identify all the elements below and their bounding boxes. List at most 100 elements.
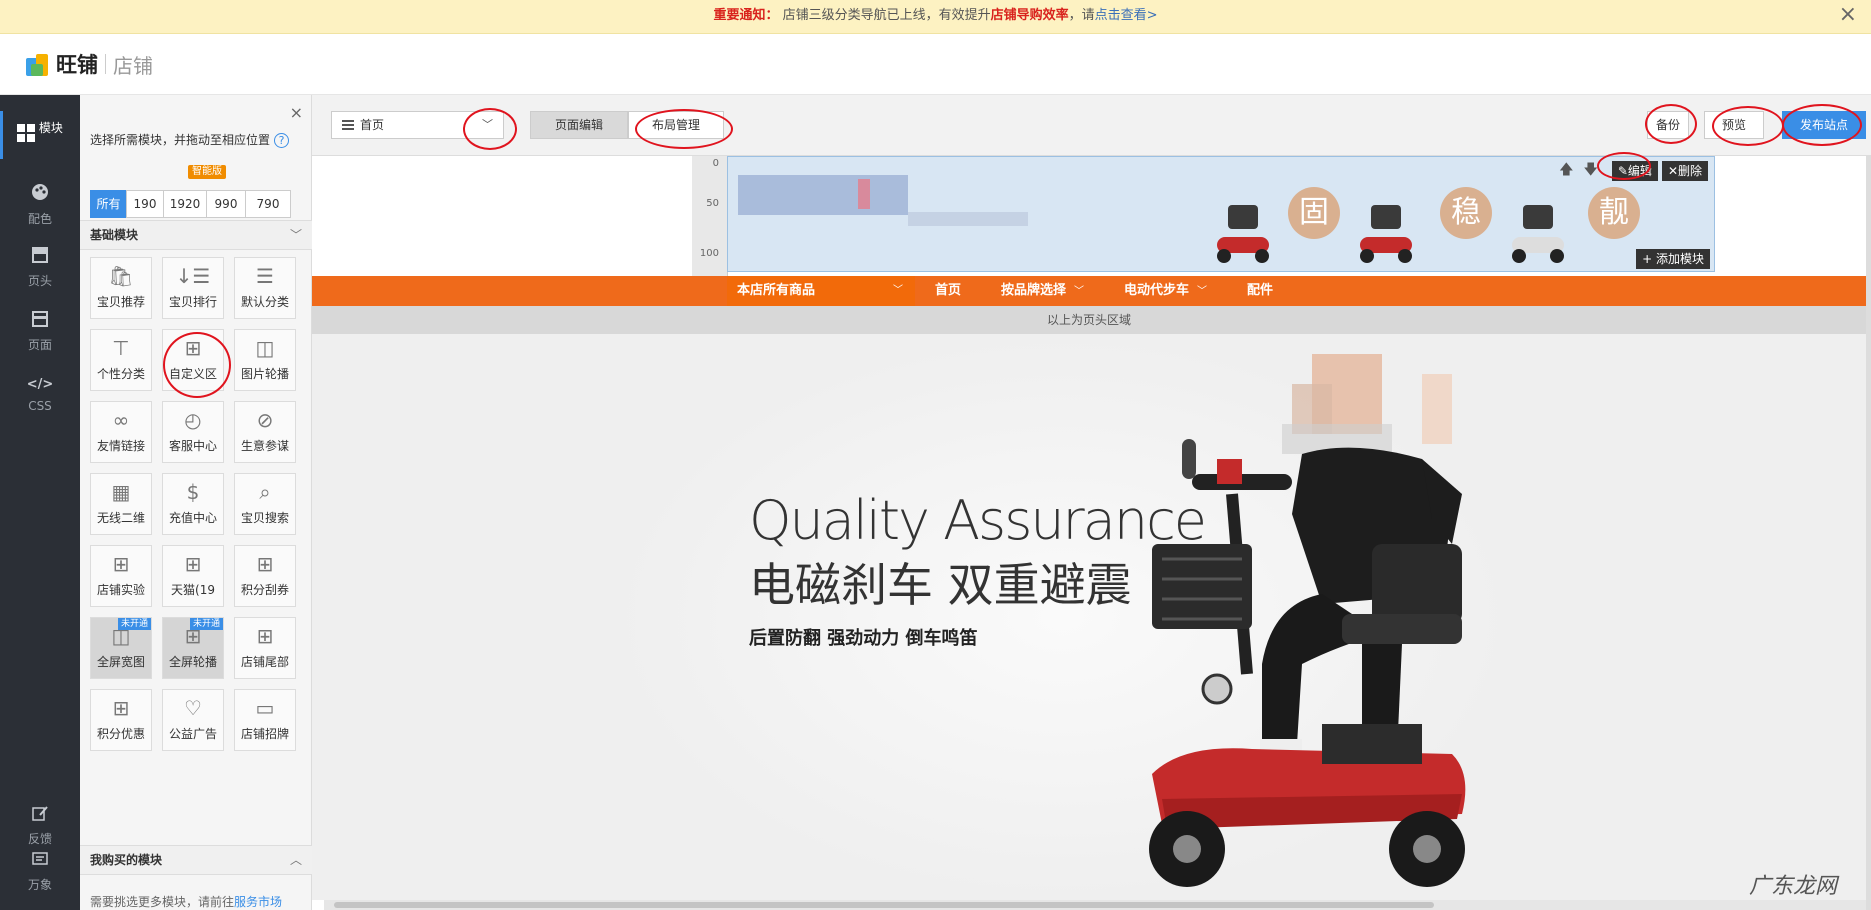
banner-subline: 电磁刹车 双重避震 bbox=[749, 558, 1132, 612]
module-label: 自定义区 bbox=[168, 367, 217, 381]
nav-item-colors[interactable]: 配色 bbox=[0, 183, 80, 227]
notice-text-mid: ，请 bbox=[1068, 8, 1095, 23]
module-label: 全屏宽图 bbox=[96, 655, 145, 669]
module-tile[interactable]: ↓☰ 宝贝排行 bbox=[162, 257, 224, 319]
logo-bar: 旺铺 店铺 bbox=[0, 34, 1871, 95]
scooter-thumbnail bbox=[1508, 187, 1568, 267]
module-icon: ☰ bbox=[256, 264, 274, 288]
section-bought-modules[interactable]: 我购买的模块 ︿ bbox=[80, 845, 312, 875]
feature-badge-3: 靓 bbox=[1588, 187, 1640, 239]
horizontal-scrollbar[interactable] bbox=[324, 900, 1866, 910]
page-edit-tab[interactable]: 页面编辑 bbox=[530, 111, 628, 139]
module-tile[interactable]: ☰ 默认分类 bbox=[234, 257, 296, 319]
module-icon: ⊘ bbox=[256, 408, 274, 432]
watermark: 广东龙网 bbox=[1748, 874, 1837, 899]
scrollbar-thumb[interactable] bbox=[334, 902, 1434, 908]
module-tile[interactable]: ⊘ 生意参谋 bbox=[234, 401, 296, 463]
not-activated-badge: 未开通 bbox=[189, 618, 223, 630]
notice-label: 重要通知： bbox=[713, 8, 779, 23]
delete-module-button[interactable]: ✕删除 bbox=[1661, 161, 1708, 181]
module-tile[interactable]: $ 充值中心 bbox=[162, 473, 224, 535]
nav-label: CSS bbox=[28, 399, 52, 413]
service-market-link[interactable]: 服务市场 bbox=[234, 895, 282, 909]
nav-home[interactable]: 首页 bbox=[915, 276, 981, 306]
module-label: 天猫(19 bbox=[171, 583, 215, 597]
vertical-scrollbar[interactable] bbox=[1866, 156, 1871, 910]
module-tile[interactable]: ◫ 图片轮播 bbox=[234, 329, 296, 391]
filter-790[interactable]: 790 bbox=[245, 190, 291, 218]
page-select[interactable]: 首页 ﹀ bbox=[331, 111, 504, 139]
left-nav: 模块 配色 页头 页面 </> CSS 反馈 万象 bbox=[0, 95, 80, 910]
module-tile[interactable]: ⊞ 天猫(19 bbox=[162, 545, 224, 607]
header-icon bbox=[0, 247, 80, 268]
help-icon[interactable]: ? bbox=[274, 133, 290, 148]
nav-item-modules[interactable]: 模块 bbox=[0, 111, 80, 159]
filter-1920[interactable]: 1920 bbox=[163, 190, 207, 218]
module-tile[interactable]: ⊞ 店铺尾部 bbox=[234, 617, 296, 679]
notice-close-icon[interactable]: × bbox=[1839, 0, 1857, 30]
notice-link[interactable]: 点击查看> bbox=[1095, 8, 1158, 23]
module-tile[interactable]: ◴ 客服中心 bbox=[162, 401, 224, 463]
store-nav-bar: 本店所有商品 ﹀ 首页 按品牌选择 ﹀ 电动代步车 ﹀ 配件 bbox=[312, 276, 1866, 306]
hero-banner[interactable]: Quality Assurance 电磁刹车 双重避震 后置防翻 强劲动力 倒车… bbox=[312, 334, 1866, 900]
module-tile[interactable]: ⊞ 积分优惠 bbox=[90, 689, 152, 751]
module-tile[interactable]: ⊞ 自定义区 bbox=[162, 329, 224, 391]
module-tile[interactable]: ⊤ 个性分类 bbox=[90, 329, 152, 391]
module-label: 宝贝排行 bbox=[168, 295, 217, 309]
vertical-ruler: 0 50 100 150 bbox=[692, 156, 728, 307]
module-icon: ⊤ bbox=[112, 336, 130, 360]
panel-footer: 需要挑选更多模块，请前往服务市场 bbox=[90, 893, 282, 910]
nav-link-text: 本店所有商品 bbox=[737, 283, 816, 298]
publish-button[interactable]: 发布站点 bbox=[1782, 111, 1866, 139]
chevron-down-icon[interactable]: ﹀ bbox=[290, 221, 302, 249]
module-tile[interactable]: ◫ 全屏宽图 未开通 bbox=[90, 617, 152, 679]
preview-button[interactable]: 预览 bbox=[1704, 111, 1764, 139]
store-header-module[interactable]: 固 稳 靓 🡅 🡇 ✎编辑 ✕删除 + 添加模块 bbox=[727, 156, 1715, 272]
editor-toolbar: 首页 ﹀ 页面编辑 布局管理 备份 预览 发布站点 bbox=[312, 95, 1871, 156]
backup-button[interactable]: 备份 bbox=[1647, 111, 1689, 139]
logo[interactable]: 旺铺 店铺 bbox=[24, 49, 153, 79]
nav-accessories[interactable]: 配件 bbox=[1227, 276, 1293, 306]
footer-text: 需要挑选更多模块，请前往 bbox=[90, 895, 235, 909]
module-tile[interactable]: ▭ 店铺招牌 bbox=[234, 689, 296, 751]
panel-close-icon[interactable]: × bbox=[290, 103, 303, 122]
module-tile[interactable]: 🛍 宝贝推荐 bbox=[90, 257, 152, 319]
edit-module-button[interactable]: ✎编辑 bbox=[1611, 161, 1658, 181]
module-tile[interactable]: ∞ 友情链接 bbox=[90, 401, 152, 463]
add-module-button[interactable]: + 添加模块 bbox=[1636, 249, 1710, 269]
module-tile[interactable]: ▦ 无线二维 bbox=[90, 473, 152, 535]
module-tile[interactable]: ⊞ 积分刮券 bbox=[234, 545, 296, 607]
layout-manage-tab[interactable]: 布局管理 bbox=[628, 111, 724, 139]
nav-label: 页面 bbox=[27, 338, 52, 352]
chevron-down-icon: ﹀ bbox=[1197, 286, 1208, 297]
module-label: 店铺尾部 bbox=[240, 655, 289, 669]
module-label: 无线二维 bbox=[96, 511, 145, 525]
chevron-down-icon: ﹀ bbox=[482, 118, 493, 131]
module-tile[interactable]: ♡ 公益广告 bbox=[162, 689, 224, 751]
nav-all-products[interactable]: 本店所有商品 ﹀ bbox=[727, 276, 915, 306]
notice-text: 店铺三级分类导航已上线，有效提升 bbox=[778, 8, 991, 23]
page-icon bbox=[0, 311, 80, 332]
move-down-icon[interactable]: 🡇 bbox=[1583, 159, 1597, 183]
section-title: 基础模块 bbox=[90, 228, 139, 242]
nav-item-header[interactable]: 页头 bbox=[0, 247, 80, 289]
chevron-up-icon[interactable]: ︿ bbox=[290, 846, 302, 874]
module-label: 友情链接 bbox=[96, 439, 145, 453]
filter-190[interactable]: 190 bbox=[126, 190, 164, 218]
section-basic-modules[interactable]: 基础模块 ﹀ bbox=[80, 220, 312, 250]
nav-by-brand[interactable]: 按品牌选择 ﹀ bbox=[981, 276, 1104, 306]
filter-all[interactable]: 所有 bbox=[90, 190, 127, 218]
filter-990[interactable]: 990 bbox=[206, 190, 246, 218]
nav-item-feedback[interactable]: 反馈 bbox=[0, 805, 80, 847]
module-icon: ⊞ bbox=[256, 624, 274, 648]
nav-item-page[interactable]: 页面 bbox=[0, 311, 80, 353]
module-tile[interactable]: ⌕ 宝贝搜索 bbox=[234, 473, 296, 535]
nav-item-css[interactable]: </> CSS bbox=[0, 375, 80, 413]
move-up-icon[interactable]: 🡅 bbox=[1559, 159, 1573, 183]
module-tile[interactable]: ⊞ 店铺实验 bbox=[90, 545, 152, 607]
nav-item-wanxiang[interactable]: 万象 bbox=[0, 851, 80, 893]
nav-mobility-scooters[interactable]: 电动代步车 ﹀ bbox=[1104, 276, 1227, 306]
module-label: 生意参谋 bbox=[240, 439, 289, 453]
chevron-down-icon: ﹀ bbox=[1074, 286, 1085, 297]
module-tile[interactable]: ⊞ 全屏轮播 未开通 bbox=[162, 617, 224, 679]
